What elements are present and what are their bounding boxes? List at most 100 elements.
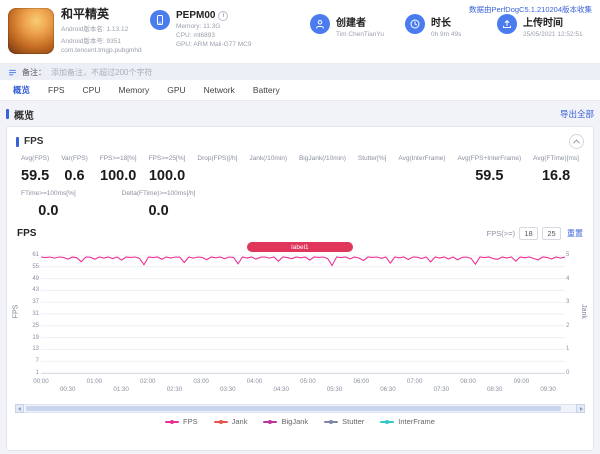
stat-cell: Avg(FTime)[ms] 16.8	[533, 155, 579, 185]
tab[interactable]: Battery	[244, 80, 289, 100]
device-cpu: CPU: mt6893	[176, 32, 216, 39]
game-icon	[8, 8, 54, 54]
fps-threshold-low-input[interactable]: 18	[519, 227, 538, 240]
scrollbar-thumb[interactable]	[26, 406, 562, 411]
creator-label: 创建者	[336, 18, 366, 29]
stat-label: Delta(FTime)>=100ms[/h]	[121, 190, 196, 197]
game-info-block: 和平精英 Android版本名: 1.13.12 Android版本号: 935…	[8, 8, 142, 54]
duration-label: 时长	[431, 18, 451, 29]
clock-icon	[405, 14, 425, 34]
jank-axis-title: Jank	[580, 304, 588, 319]
fps-threshold-controls: FPS(>=) 18 25 重置	[487, 227, 583, 240]
stat-label: FPS>=18[%]	[99, 155, 137, 162]
legend-marker-icon	[213, 419, 228, 424]
tab[interactable]: CPU	[74, 80, 110, 100]
legend-label: BigJank	[281, 417, 309, 426]
upload-time-label: 上传时间	[523, 18, 563, 29]
stat-cell: Avg(FPS) 59.5	[21, 155, 49, 185]
tab[interactable]: Memory	[110, 80, 159, 100]
chart-legend: FPS Jank BigJank Stutter InterFrame	[7, 414, 593, 429]
legend-item[interactable]: InterFrame	[380, 417, 435, 426]
fps-panel: FPS Avg(FPS) 59.5 Var(FPS) 0.6 FPS>=18[%…	[6, 126, 594, 451]
fps-panel-title: FPS	[24, 136, 44, 147]
stat-value: 100.0	[148, 168, 186, 184]
fps-line-plot[interactable]	[41, 255, 565, 374]
tab[interactable]: 概览	[4, 80, 39, 100]
legend-marker-icon	[380, 419, 395, 424]
legend-item[interactable]: FPS	[165, 417, 198, 426]
y-axis-ticks-right: 543210	[566, 252, 570, 376]
tab[interactable]: Network	[195, 80, 244, 100]
legend-item[interactable]: BigJank	[263, 417, 308, 426]
stat-cell: Var(FPS) 0.6	[61, 155, 88, 185]
upload-time-value: 25/05/2021 12:52:51	[523, 31, 583, 38]
legend-item[interactable]: Stutter	[324, 417, 364, 426]
note-placeholder: 添加备注，不超过200个字符	[51, 67, 153, 77]
note-bar[interactable]: 备注： 添加备注，不超过200个字符	[0, 64, 600, 80]
report-header: 和平精英 Android版本名: 1.13.12 Android版本号: 935…	[0, 0, 600, 64]
stat-label: Avg(FTime)[ms]	[533, 155, 579, 162]
fps-threshold-high-input[interactable]: 25	[542, 227, 561, 240]
stat-label: Jank(/10min)	[249, 155, 287, 162]
legend-item[interactable]: Jank	[213, 417, 248, 426]
legend-marker-icon	[324, 419, 339, 424]
app-version-name: Android版本名: 1.13.12	[61, 26, 129, 33]
fps-chart-title: FPS	[17, 228, 37, 239]
upload-icon	[497, 14, 517, 34]
stat-cell: BigJank(/10min)	[299, 155, 346, 185]
stat-cell: Avg(FPS+InterFrame) 59.5	[458, 155, 522, 185]
stat-value: 0.0	[148, 203, 169, 219]
legend-label: InterFrame	[398, 417, 435, 426]
phone-icon	[150, 10, 170, 30]
export-all-link[interactable]: 导出全部	[560, 108, 594, 120]
stat-value: 0.6	[64, 168, 85, 184]
chart-marker-label[interactable]: label1	[247, 242, 353, 252]
stat-label: FPS>=25[%]	[148, 155, 186, 162]
app-version-code: Android版本号: 9351	[61, 38, 121, 45]
scroll-left-button[interactable]	[15, 404, 24, 413]
x-axis-labels: 00:00 00:30 01:00 01:30 02:00 02:30 03:00 03:30…	[33, 378, 556, 393]
stat-label: Stutter[%]	[357, 155, 387, 162]
stat-cell: Stutter[%]	[358, 155, 387, 185]
creator-name: Tim ChenTianYu	[336, 31, 384, 38]
stat-value	[197, 168, 237, 185]
stat-label: Var(FPS)	[61, 155, 88, 162]
device-memory: Memory: 11.3G	[176, 23, 221, 30]
scrollbar-track[interactable]	[24, 404, 576, 413]
tab-bar: 概览 FPS CPU Memory GPU Network Battery	[0, 80, 600, 101]
app-package: com.tencent.tmgp.pubgmhd	[61, 47, 142, 54]
section-title: 概览	[14, 110, 34, 122]
game-title: 和平精英	[61, 7, 110, 21]
stat-cell: Avg(InterFrame)	[398, 155, 445, 185]
device-model: PEPM00	[176, 10, 216, 21]
legend-marker-icon	[263, 419, 278, 424]
stat-value: 100.0	[100, 168, 137, 184]
stat-value: 59.5	[475, 168, 504, 184]
stat-value	[299, 168, 346, 185]
tab[interactable]: FPS	[39, 80, 74, 100]
stat-label: Avg(FPS)	[21, 155, 50, 162]
fps-chart: label1 FPS 61 55 49 43 37 31 25 19 13 7 1 543210 J…	[7, 242, 593, 402]
stat-value: 59.5	[21, 168, 50, 184]
scroll-right-button[interactable]	[576, 404, 585, 413]
collector-version-note: 数据由PerfDogC5.1.210204版本收集	[469, 5, 592, 14]
creator-block: 创建者 Tim ChenTianYu	[310, 14, 384, 38]
stat-value	[398, 168, 445, 185]
collapse-button[interactable]	[569, 134, 584, 149]
duration-value: 0h 9m 49s	[431, 31, 462, 38]
chart-scrollbar[interactable]	[15, 404, 585, 413]
reset-link[interactable]: 重置	[567, 228, 583, 239]
upload-time-block: 上传时间 25/05/2021 12:52:51	[497, 14, 583, 38]
stat-label: BigJank(/10min)	[298, 155, 346, 162]
note-icon	[9, 69, 16, 75]
tab[interactable]: GPU	[158, 80, 194, 100]
y-axis-ticks-left: 61 55 49 43 37 31 25 19 13 7 1	[32, 252, 39, 376]
legend-label: Stutter	[342, 417, 365, 426]
info-icon[interactable]	[218, 10, 229, 21]
stat-value	[358, 168, 387, 185]
section-accent-bar	[6, 109, 9, 119]
stat-cell: Jank(/10min)	[249, 155, 287, 185]
legend-label: Jank	[231, 417, 248, 426]
stat-label: FTime>=100ms[%]	[21, 190, 76, 197]
stat-cell: Delta(FTime)>=100ms[/h] 0.0	[122, 190, 196, 220]
